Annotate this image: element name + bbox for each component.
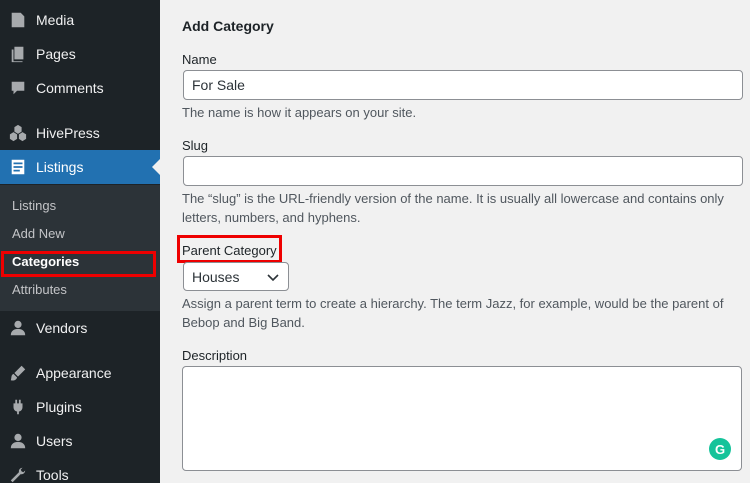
submenu-item-attributes[interactable]: Attributes: [12, 282, 67, 297]
sidebar-item-users[interactable]: Users: [0, 424, 160, 458]
active-indicator: [152, 159, 160, 175]
name-label: Name: [182, 52, 217, 67]
submenu-item-listings[interactable]: Listings: [12, 198, 56, 213]
sidebar-item-label: Vendors: [36, 320, 88, 336]
tools-icon: [8, 465, 28, 483]
users-icon: [8, 431, 28, 451]
sidebar-item-media[interactable]: Media: [0, 3, 160, 37]
vendors-icon: [8, 318, 28, 338]
parent-category-select[interactable]: Houses: [183, 262, 289, 291]
chevron-down-icon: [267, 274, 279, 282]
sidebar-item-label: Users: [36, 433, 73, 449]
listings-icon: [8, 157, 28, 177]
description-field[interactable]: G: [182, 366, 742, 471]
name-field[interactable]: For Sale: [183, 70, 743, 100]
submenu-item-add-new[interactable]: Add New: [12, 226, 65, 241]
plugins-icon: [8, 397, 28, 417]
sidebar-item-plugins[interactable]: Plugins: [0, 390, 160, 424]
sidebar-item-comments[interactable]: Comments: [0, 71, 160, 105]
add-category-panel: Add Category Name For Sale The name is h…: [160, 0, 750, 483]
parent-category-label: Parent Category: [182, 243, 277, 258]
comments-icon: [8, 78, 28, 98]
form-title: Add Category: [182, 18, 274, 34]
pages-icon: [8, 44, 28, 64]
sidebar-item-vendors[interactable]: Vendors: [0, 311, 160, 345]
name-help-text: The name is how it appears on your site.: [182, 105, 417, 120]
hivepress-icon: [8, 123, 28, 143]
sidebar-item-listings[interactable]: Listings: [0, 150, 160, 184]
sidebar-item-appearance[interactable]: Appearance: [0, 356, 160, 390]
listings-submenu: Listings Add New Categories Attributes: [0, 185, 160, 311]
sidebar-item-label: Plugins: [36, 399, 82, 415]
name-field-value: For Sale: [192, 77, 245, 93]
grammarly-icon[interactable]: G: [709, 438, 731, 460]
appearance-icon: [8, 363, 28, 383]
sidebar-item-label: HivePress: [36, 125, 100, 141]
description-label: Description: [182, 348, 248, 363]
sidebar-item-label: Pages: [36, 46, 76, 62]
sidebar-item-label: Tools: [36, 467, 69, 483]
slug-label: Slug: [182, 138, 209, 153]
slug-help-text: The “slug” is the URL-friendly version o…: [182, 191, 724, 225]
sidebar-item-pages[interactable]: Pages: [0, 37, 160, 71]
parent-category-selected: Houses: [192, 268, 240, 285]
slug-field[interactable]: [183, 156, 743, 186]
sidebar-item-tools[interactable]: Tools: [0, 458, 160, 483]
sidebar-item-label: Listings: [36, 159, 84, 175]
admin-sidebar: Media Pages Comments HivePress Listings …: [0, 0, 160, 483]
sidebar-item-label: Comments: [36, 80, 104, 96]
categories-highlight-box: [1, 251, 156, 277]
media-icon: [8, 10, 28, 30]
sidebar-item-label: Media: [36, 12, 75, 28]
sidebar-item-hivepress[interactable]: HivePress: [0, 116, 160, 150]
sidebar-item-label: Appearance: [36, 365, 112, 381]
parent-help-text: Assign a parent term to create a hierarc…: [182, 296, 724, 330]
